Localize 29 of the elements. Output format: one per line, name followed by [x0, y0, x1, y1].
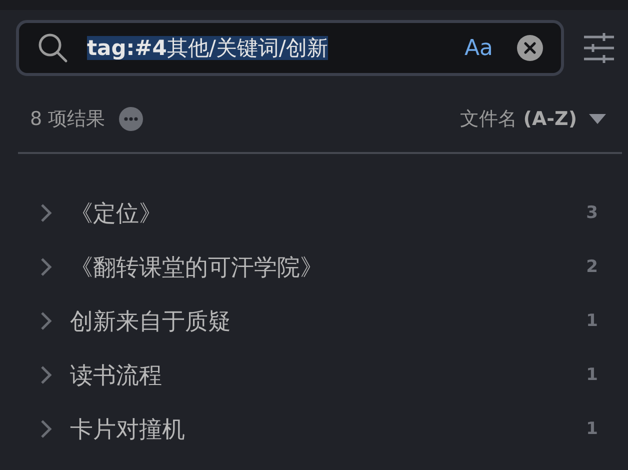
result-title: 《定位》 [70, 200, 162, 228]
chevron-icon[interactable] [40, 365, 52, 385]
result-title: 《翻转课堂的可汗学院》 [70, 254, 323, 282]
result-title: 创新来自于质疑 [70, 308, 231, 336]
result-item[interactable]: 《翻转课堂的可汗学院》 2 [0, 240, 628, 294]
chevron-icon[interactable] [40, 419, 52, 439]
search-icon [37, 32, 69, 64]
match-count: 1 [586, 419, 598, 439]
result-count: 8 项结果 [30, 107, 106, 132]
settings-icon[interactable] [584, 32, 614, 64]
match-case-toggle[interactable]: Aa [458, 36, 499, 60]
sort-dropdown[interactable]: 文件名 (A-Z) [460, 106, 606, 132]
result-item[interactable]: 读书流程 1 [0, 348, 628, 402]
clear-icon[interactable] [517, 35, 543, 61]
more-icon[interactable] [119, 107, 144, 131]
match-count: 3 [586, 203, 598, 223]
result-item[interactable]: 《定位》 3 [0, 186, 628, 240]
chevron-icon[interactable] [40, 257, 52, 277]
match-count: 1 [586, 311, 598, 331]
result-title: 读书流程 [70, 362, 162, 390]
search-field[interactable]: tag:#4其他/关键词/创新 Aa [16, 20, 564, 76]
result-item[interactable]: 卡片对撞机 1 [0, 402, 628, 456]
chevron-icon[interactable] [40, 311, 52, 331]
result-item[interactable]: 创新来自于质疑 1 [0, 294, 628, 348]
chevron-icon[interactable] [40, 203, 52, 223]
match-count: 1 [586, 365, 598, 385]
match-count: 2 [586, 257, 598, 277]
result-title: 卡片对撞机 [70, 416, 185, 444]
caret-icon [589, 114, 606, 124]
